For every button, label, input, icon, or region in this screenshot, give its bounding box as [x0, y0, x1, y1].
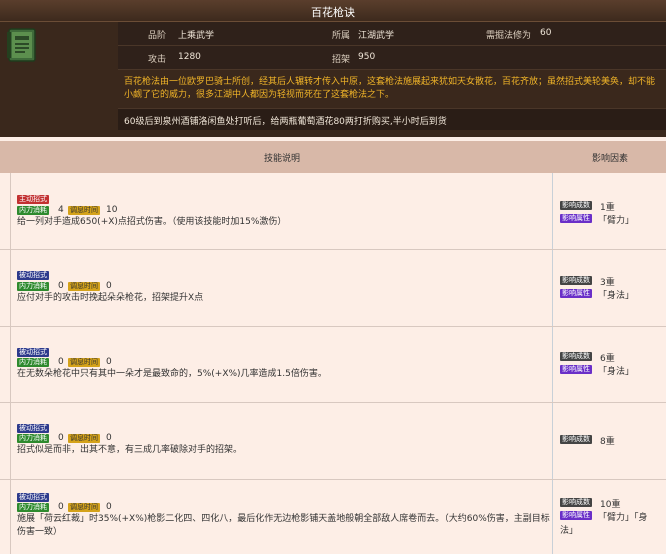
- neili-badge: 内力消耗: [17, 503, 49, 512]
- school-value: 江湖武学: [358, 31, 395, 41]
- move-type-badge: 被动招式: [17, 271, 49, 280]
- skill-table-header: 技能说明 影响因素: [0, 141, 666, 173]
- neili-badge: 内力消耗: [17, 434, 49, 443]
- header-skill-desc: 技能说明: [264, 154, 301, 164]
- neili-value: 0: [58, 357, 64, 367]
- skill-acquire-note: 60级后到泉州酒铺洛闲鱼处打听后，给两瓶葡萄酒花80两打折购买,半小时后到货: [118, 108, 666, 130]
- cooldown-value: 0: [106, 281, 112, 291]
- row-divider: [10, 250, 11, 326]
- header-effect: 影响因素: [592, 154, 629, 164]
- attribute-value: 「臂力」: [598, 216, 635, 226]
- skill-effect-text-continued: 伤害一致）: [17, 527, 63, 537]
- dependency-value: 3重: [600, 278, 615, 288]
- neili-value: 4: [58, 205, 64, 215]
- school-label: 所属: [332, 31, 351, 41]
- move-type-badge: 被动招式: [17, 348, 49, 357]
- cooldown-value: 0: [106, 433, 112, 443]
- row-divider: [10, 173, 11, 249]
- dependency-badge: 影响成数: [560, 352, 592, 361]
- dependency-value: 1重: [600, 203, 615, 213]
- attribute-value-continued: 法」: [560, 526, 579, 536]
- skill-description: 百花枪法由一位欧罗巴骑士所创，经其后人辗转才传入中原，这套枪法施展起来犹如天女散…: [118, 72, 666, 106]
- info-row-1: 品阶 上乘武学 所属 江湖武学 需掘法修为 60: [118, 22, 666, 46]
- skill-title: 百花枪诀: [311, 6, 355, 19]
- column-divider: [552, 403, 553, 479]
- cooldown-badge: 调息时间: [68, 206, 100, 215]
- requirement-label: 需掘法修为: [486, 31, 532, 41]
- neili-badge: 内力消耗: [17, 206, 49, 215]
- attribute-value: 「臂力」「身: [598, 513, 648, 523]
- skill-row: 主动招式 内力消耗 4 调息时间 10 给一列对手造成650(+X)点招式伤害。…: [0, 173, 666, 250]
- column-divider: [552, 480, 553, 554]
- attribute-value: 「身法」: [598, 291, 635, 301]
- cooldown-value: 0: [106, 357, 112, 367]
- skill-row: 被动招式 内力消耗 0 调息时间 0 施展「荷云红裁」时35%(+X%)枪影二化…: [0, 480, 666, 554]
- parry-label: 招架: [332, 55, 351, 65]
- dependency-badge: 影响成数: [560, 276, 592, 285]
- attribute-badge: 影响属性: [560, 289, 592, 298]
- attribute-value: 「身法」: [598, 367, 635, 377]
- skill-header: 百花枪诀 品阶 上乘武学 所属 江湖武学 需掘法修为 60 攻击 1280 招架…: [0, 0, 666, 137]
- dependency-value: 10重: [600, 500, 621, 510]
- dependency-badge: 影响成数: [560, 201, 592, 210]
- neili-value: 0: [58, 502, 64, 512]
- requirement-value: 60: [540, 28, 552, 38]
- dependency-badge: 影响成数: [560, 435, 592, 444]
- move-type-badge: 被动招式: [17, 493, 49, 502]
- cooldown-value: 10: [106, 205, 118, 215]
- skill-effect-text: 给一列对手造成650(+X)点招式伤害。（使用该技能时加15%激伤）: [17, 217, 287, 227]
- cooldown-badge: 调息时间: [68, 358, 100, 367]
- move-type-badge: 主动招式: [17, 195, 49, 204]
- attribute-badge: 影响属性: [560, 511, 592, 520]
- neili-badge: 内力消耗: [17, 282, 49, 291]
- skill-effect-text: 招式似是而非，出其不意，有三成几率破除对手的招架。: [17, 445, 243, 455]
- dependency-value: 6重: [600, 354, 615, 364]
- neili-value: 0: [58, 433, 64, 443]
- attribute-badge: 影响属性: [560, 214, 592, 223]
- column-divider: [552, 250, 553, 326]
- parry-value: 950: [358, 52, 376, 62]
- column-divider: [552, 173, 553, 249]
- attribute-badge: 影响属性: [560, 365, 592, 374]
- move-type-badge: 被动招式: [17, 424, 49, 433]
- info-row-2: 攻击 1280 招架 950: [118, 46, 666, 70]
- row-divider: [10, 403, 11, 479]
- skill-book-icon: [7, 28, 36, 62]
- skill-row: 被动招式 内力消耗 0 调息时间 0 应付对手的攻击时挽起朵朵枪花，招架提升X点…: [0, 250, 666, 327]
- neili-value: 0: [58, 281, 64, 291]
- attack-value: 1280: [178, 52, 201, 62]
- attack-label: 攻击: [148, 55, 167, 65]
- dependency-value: 8重: [600, 437, 615, 447]
- title-bar: 百花枪诀: [0, 0, 666, 22]
- skill-row: 被动招式 内力消耗 0 调息时间 0 在无数朵枪花中只有其中一朵才是最致命的，5…: [0, 327, 666, 403]
- skill-info-grid: 品阶 上乘武学 所属 江湖武学 需掘法修为 60 攻击 1280 招架 950: [118, 22, 666, 70]
- dependency-badge: 影响成数: [560, 498, 592, 507]
- grade-label: 品阶: [148, 31, 167, 41]
- grade-value: 上乘武学: [178, 31, 215, 41]
- neili-badge: 内力消耗: [17, 358, 49, 367]
- row-divider: [10, 327, 11, 402]
- skill-row: 被动招式 内力消耗 0 调息时间 0 招式似是而非，出其不意，有三成几率破除对手…: [0, 403, 666, 480]
- row-divider: [10, 480, 11, 554]
- cooldown-badge: 调息时间: [68, 434, 100, 443]
- skill-effect-text: 在无数朵枪花中只有其中一朵才是最致命的，5%(+X%)几率造成1.5倍伤害。: [17, 369, 327, 379]
- column-divider: [552, 327, 553, 402]
- skill-effect-text: 应付对手的攻击时挽起朵朵枪花，招架提升X点: [17, 293, 204, 303]
- cooldown-value: 0: [106, 502, 112, 512]
- cooldown-badge: 调息时间: [68, 282, 100, 291]
- skill-effect-text: 施展「荷云红裁」时35%(+X%)枪影二化四、四化八，最后化作无边枪影铺天盖地般…: [17, 514, 550, 524]
- cooldown-badge: 调息时间: [68, 503, 100, 512]
